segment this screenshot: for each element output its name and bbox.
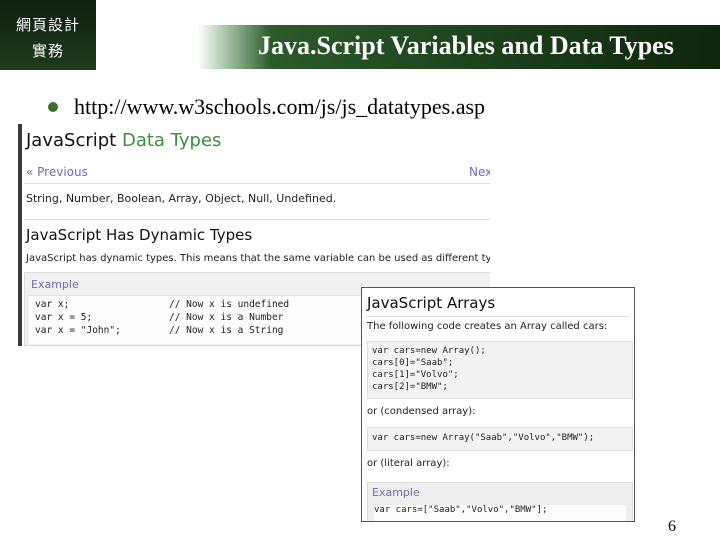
example-label: Example (31, 278, 79, 291)
next-link[interactable]: Nex (469, 165, 490, 179)
course-tag: 網頁設計 實務 (0, 0, 96, 70)
divider (24, 219, 490, 220)
code-block: var cars=new Array("Saab","Volvo","BMW")… (367, 427, 633, 451)
divider (366, 316, 628, 317)
arrays-screenshot: JavaScript Arrays The following code cre… (361, 287, 635, 522)
previous-link[interactable]: « Previous (26, 165, 88, 179)
code-comment: // Now x is a Number (169, 312, 284, 323)
arrays-intro: The following code creates an Array call… (367, 321, 608, 332)
code-line: var x = 5; (35, 312, 93, 323)
code-line: var x = "John"; (35, 325, 121, 336)
types-list: String, Number, Boolean, Array, Object, … (26, 192, 337, 205)
code-line: var cars=new Array("Saab","Volvo","BMW")… (372, 433, 595, 443)
divider (24, 183, 490, 184)
datatypes-heading: JavaScript Data Types (26, 130, 221, 151)
dynamic-types-heading: JavaScript Has Dynamic Types (26, 226, 253, 244)
course-tag-line1: 網頁設計 (15, 16, 80, 34)
code-line: cars[2]="BMW"; (372, 382, 448, 392)
dynamic-types-description: JavaScript has dynamic types. This means… (26, 253, 490, 264)
code-comment: // Now x is undefined (169, 299, 290, 310)
code-line: var cars=["Saab","Volvo","BMW"]; (374, 505, 626, 521)
reference-url[interactable]: http://www.w3schools.com/js/js_datatypes… (74, 94, 485, 119)
example-box: Example var cars=["Saab","Volvo","BMW"]; (367, 482, 633, 521)
code-line: var x; (35, 299, 70, 310)
code-line: var cars=new Array(); (372, 346, 486, 356)
slide-title: Java.Script Variables and Data Types (258, 31, 674, 60)
code-line: cars[1]="Volvo"; (372, 370, 459, 380)
heading-data-types: Data Types (121, 130, 222, 151)
arrays-heading: JavaScript Arrays (367, 294, 496, 312)
course-tag-line2: 實務 (31, 42, 64, 60)
screenshot-edge (18, 124, 22, 346)
code-block: var cars=new Array(); cars[0]="Saab"; ca… (367, 341, 633, 399)
url-bullet: http://www.w3schools.com/js/js_datatypes… (48, 94, 485, 120)
literal-label: or (literal array): (367, 458, 450, 469)
page-number: 6 (668, 518, 676, 535)
code-comment: // Now x is a String (169, 325, 284, 336)
code-line: cars[0]="Saab"; (372, 358, 454, 368)
bullet-icon (48, 101, 58, 112)
example-label: Example (372, 486, 420, 499)
title-banner: Java.Script Variables and Data Types (198, 25, 720, 69)
condensed-label: or (condensed array): (367, 406, 476, 417)
heading-javascript: JavaScript (26, 130, 117, 151)
